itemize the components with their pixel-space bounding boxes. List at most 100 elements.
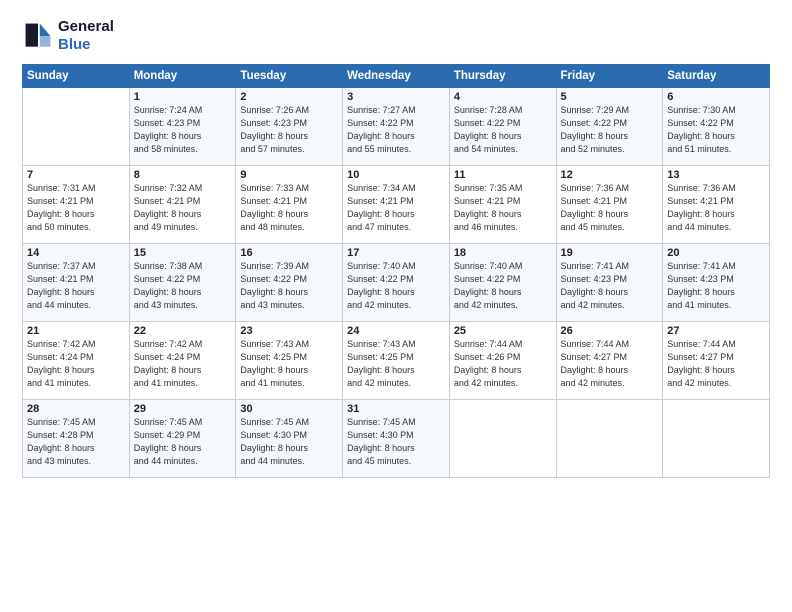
day-number: 29 [134, 403, 232, 415]
week-row-4: 28Sunrise: 7:45 AMSunset: 4:28 PMDayligh… [23, 400, 770, 478]
day-content: Sunrise: 7:44 AMSunset: 4:27 PMDaylight:… [561, 338, 659, 390]
day-number: 11 [454, 169, 552, 181]
calendar-cell: 6Sunrise: 7:30 AMSunset: 4:22 PMDaylight… [663, 88, 770, 166]
day-content: Sunrise: 7:45 AMSunset: 4:29 PMDaylight:… [134, 416, 232, 468]
calendar-cell: 20Sunrise: 7:41 AMSunset: 4:23 PMDayligh… [663, 244, 770, 322]
day-number: 21 [27, 325, 125, 337]
day-content: Sunrise: 7:36 AMSunset: 4:21 PMDaylight:… [667, 182, 765, 234]
calendar-cell: 19Sunrise: 7:41 AMSunset: 4:23 PMDayligh… [556, 244, 663, 322]
calendar-cell: 7Sunrise: 7:31 AMSunset: 4:21 PMDaylight… [23, 166, 130, 244]
day-content: Sunrise: 7:34 AMSunset: 4:21 PMDaylight:… [347, 182, 445, 234]
day-content: Sunrise: 7:42 AMSunset: 4:24 PMDaylight:… [27, 338, 125, 390]
day-number: 26 [561, 325, 659, 337]
calendar-cell: 15Sunrise: 7:38 AMSunset: 4:22 PMDayligh… [129, 244, 236, 322]
calendar-cell: 14Sunrise: 7:37 AMSunset: 4:21 PMDayligh… [23, 244, 130, 322]
day-content: Sunrise: 7:39 AMSunset: 4:22 PMDaylight:… [240, 260, 338, 312]
day-number: 30 [240, 403, 338, 415]
day-number: 13 [667, 169, 765, 181]
calendar-cell: 13Sunrise: 7:36 AMSunset: 4:21 PMDayligh… [663, 166, 770, 244]
header-day-thursday: Thursday [449, 65, 556, 88]
day-number: 5 [561, 91, 659, 103]
calendar-cell: 3Sunrise: 7:27 AMSunset: 4:22 PMDaylight… [343, 88, 450, 166]
day-number: 1 [134, 91, 232, 103]
day-number: 28 [27, 403, 125, 415]
calendar-cell: 1Sunrise: 7:24 AMSunset: 4:23 PMDaylight… [129, 88, 236, 166]
logo-icon [22, 20, 54, 52]
day-content: Sunrise: 7:41 AMSunset: 4:23 PMDaylight:… [667, 260, 765, 312]
day-number: 27 [667, 325, 765, 337]
calendar-table: SundayMondayTuesdayWednesdayThursdayFrid… [22, 64, 770, 478]
day-number: 23 [240, 325, 338, 337]
day-number: 25 [454, 325, 552, 337]
day-content: Sunrise: 7:27 AMSunset: 4:22 PMDaylight:… [347, 104, 445, 156]
logo-line2: Blue [58, 36, 91, 53]
day-number: 18 [454, 247, 552, 259]
day-content: Sunrise: 7:43 AMSunset: 4:25 PMDaylight:… [240, 338, 338, 390]
day-number: 2 [240, 91, 338, 103]
day-content: Sunrise: 7:45 AMSunset: 4:30 PMDaylight:… [240, 416, 338, 468]
day-content: Sunrise: 7:44 AMSunset: 4:26 PMDaylight:… [454, 338, 552, 390]
day-content: Sunrise: 7:33 AMSunset: 4:21 PMDaylight:… [240, 182, 338, 234]
day-content: Sunrise: 7:41 AMSunset: 4:23 PMDaylight:… [561, 260, 659, 312]
day-content: Sunrise: 7:45 AMSunset: 4:28 PMDaylight:… [27, 416, 125, 468]
day-content: Sunrise: 7:43 AMSunset: 4:25 PMDaylight:… [347, 338, 445, 390]
header-day-monday: Monday [129, 65, 236, 88]
calendar-cell: 27Sunrise: 7:44 AMSunset: 4:27 PMDayligh… [663, 322, 770, 400]
calendar-cell: 12Sunrise: 7:36 AMSunset: 4:21 PMDayligh… [556, 166, 663, 244]
calendar-cell: 16Sunrise: 7:39 AMSunset: 4:22 PMDayligh… [236, 244, 343, 322]
calendar-cell: 9Sunrise: 7:33 AMSunset: 4:21 PMDaylight… [236, 166, 343, 244]
calendar-cell: 30Sunrise: 7:45 AMSunset: 4:30 PMDayligh… [236, 400, 343, 478]
day-content: Sunrise: 7:32 AMSunset: 4:21 PMDaylight:… [134, 182, 232, 234]
logo: General Blue [22, 18, 114, 54]
day-number: 4 [454, 91, 552, 103]
calendar-cell [556, 400, 663, 478]
logo-line1: General [58, 18, 114, 35]
calendar-cell: 8Sunrise: 7:32 AMSunset: 4:21 PMDaylight… [129, 166, 236, 244]
header-row: SundayMondayTuesdayWednesdayThursdayFrid… [23, 65, 770, 88]
day-content: Sunrise: 7:40 AMSunset: 4:22 PMDaylight:… [454, 260, 552, 312]
day-number: 7 [27, 169, 125, 181]
calendar-cell: 26Sunrise: 7:44 AMSunset: 4:27 PMDayligh… [556, 322, 663, 400]
day-number: 8 [134, 169, 232, 181]
calendar-cell: 11Sunrise: 7:35 AMSunset: 4:21 PMDayligh… [449, 166, 556, 244]
header-day-friday: Friday [556, 65, 663, 88]
calendar-cell: 10Sunrise: 7:34 AMSunset: 4:21 PMDayligh… [343, 166, 450, 244]
calendar-cell: 29Sunrise: 7:45 AMSunset: 4:29 PMDayligh… [129, 400, 236, 478]
week-row-0: 1Sunrise: 7:24 AMSunset: 4:23 PMDaylight… [23, 88, 770, 166]
calendar-cell: 22Sunrise: 7:42 AMSunset: 4:24 PMDayligh… [129, 322, 236, 400]
day-number: 17 [347, 247, 445, 259]
day-content: Sunrise: 7:28 AMSunset: 4:22 PMDaylight:… [454, 104, 552, 156]
day-number: 6 [667, 91, 765, 103]
calendar-cell: 5Sunrise: 7:29 AMSunset: 4:22 PMDaylight… [556, 88, 663, 166]
day-content: Sunrise: 7:42 AMSunset: 4:24 PMDaylight:… [134, 338, 232, 390]
day-number: 14 [27, 247, 125, 259]
header-day-saturday: Saturday [663, 65, 770, 88]
calendar-cell [23, 88, 130, 166]
calendar-cell: 4Sunrise: 7:28 AMSunset: 4:22 PMDaylight… [449, 88, 556, 166]
calendar-cell: 24Sunrise: 7:43 AMSunset: 4:25 PMDayligh… [343, 322, 450, 400]
day-content: Sunrise: 7:45 AMSunset: 4:30 PMDaylight:… [347, 416, 445, 468]
calendar-cell: 17Sunrise: 7:40 AMSunset: 4:22 PMDayligh… [343, 244, 450, 322]
day-content: Sunrise: 7:44 AMSunset: 4:27 PMDaylight:… [667, 338, 765, 390]
day-content: Sunrise: 7:26 AMSunset: 4:23 PMDaylight:… [240, 104, 338, 156]
day-number: 19 [561, 247, 659, 259]
calendar-cell: 23Sunrise: 7:43 AMSunset: 4:25 PMDayligh… [236, 322, 343, 400]
day-number: 15 [134, 247, 232, 259]
day-number: 20 [667, 247, 765, 259]
day-content: Sunrise: 7:24 AMSunset: 4:23 PMDaylight:… [134, 104, 232, 156]
day-number: 22 [134, 325, 232, 337]
day-number: 3 [347, 91, 445, 103]
day-content: Sunrise: 7:29 AMSunset: 4:22 PMDaylight:… [561, 104, 659, 156]
day-number: 16 [240, 247, 338, 259]
day-number: 31 [347, 403, 445, 415]
calendar-cell: 25Sunrise: 7:44 AMSunset: 4:26 PMDayligh… [449, 322, 556, 400]
day-number: 24 [347, 325, 445, 337]
day-number: 9 [240, 169, 338, 181]
calendar-cell: 21Sunrise: 7:42 AMSunset: 4:24 PMDayligh… [23, 322, 130, 400]
day-number: 12 [561, 169, 659, 181]
day-content: Sunrise: 7:36 AMSunset: 4:21 PMDaylight:… [561, 182, 659, 234]
calendar-cell: 28Sunrise: 7:45 AMSunset: 4:28 PMDayligh… [23, 400, 130, 478]
calendar-cell [663, 400, 770, 478]
logo-text: General Blue [58, 18, 114, 54]
header: General Blue [22, 18, 770, 54]
